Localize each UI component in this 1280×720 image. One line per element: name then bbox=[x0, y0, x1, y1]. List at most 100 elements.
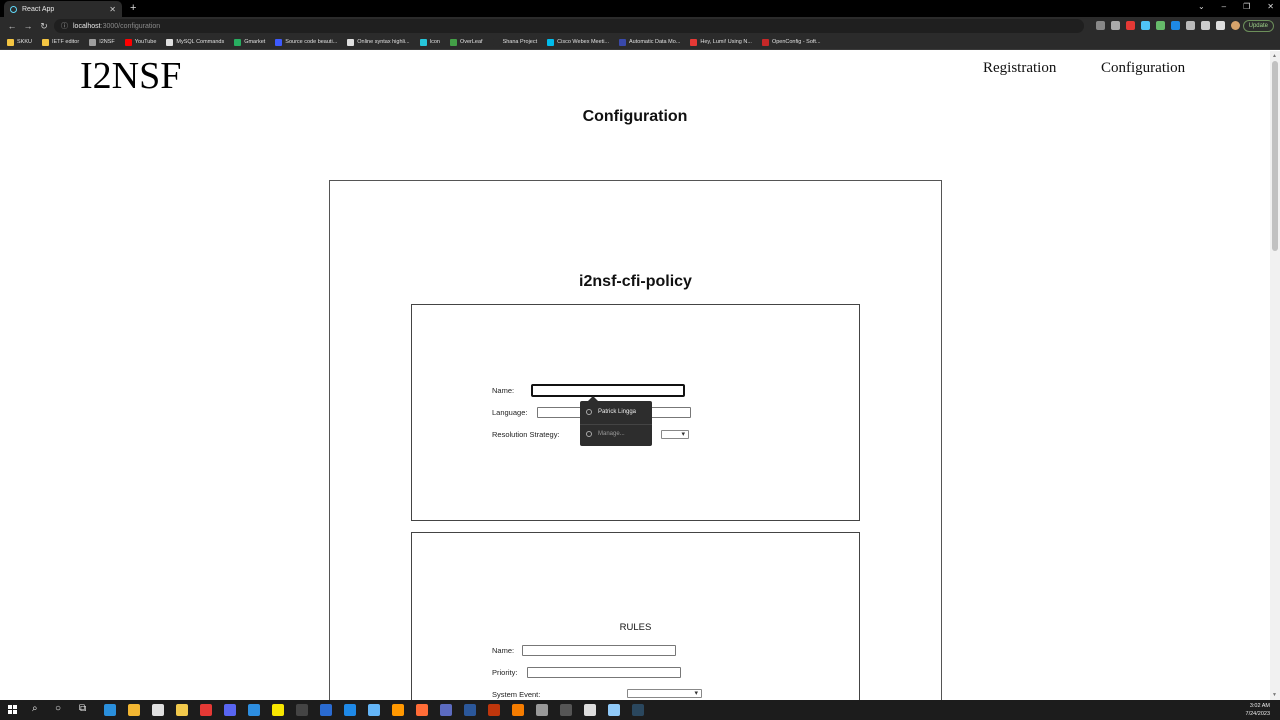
teams-icon[interactable] bbox=[440, 704, 452, 716]
close-window-button[interactable]: ✕ bbox=[1267, 2, 1274, 11]
bookmark-star-icon[interactable] bbox=[1111, 21, 1120, 30]
profile-avatar[interactable] bbox=[1231, 21, 1240, 30]
rules-title: RULES bbox=[619, 622, 652, 633]
bookmark-item[interactable]: YouTube bbox=[124, 38, 156, 46]
network-icon[interactable] bbox=[608, 704, 620, 716]
steam-icon[interactable] bbox=[632, 704, 644, 716]
file-explorer-icon[interactable] bbox=[128, 704, 140, 716]
page-title: Configuration bbox=[582, 108, 688, 125]
folder-icon[interactable] bbox=[176, 704, 188, 716]
bookmark-icon bbox=[7, 38, 14, 46]
autofill-suggestion[interactable]: Patrick Lingga bbox=[586, 409, 636, 415]
bookmark-item[interactable]: Online syntax highli... bbox=[347, 38, 410, 46]
bookmark-item[interactable]: I2NSF bbox=[89, 38, 115, 46]
bookmark-item[interactable]: IETF editor bbox=[41, 38, 79, 46]
bookmark-icon bbox=[619, 38, 627, 46]
close-tab-icon[interactable]: ✕ bbox=[109, 5, 116, 14]
system-event-select[interactable] bbox=[627, 689, 702, 698]
update-button[interactable]: Update bbox=[1242, 20, 1274, 32]
media-icon[interactable] bbox=[200, 704, 212, 716]
extension-icon[interactable] bbox=[1156, 21, 1165, 30]
page-scrollbar[interactable]: ▲ ▼ bbox=[1270, 51, 1280, 700]
system-clock[interactable]: 3:02 AM 7/24/2023 bbox=[1246, 702, 1270, 718]
restore-button[interactable]: ❐ bbox=[1243, 2, 1250, 11]
extension-icon[interactable] bbox=[1141, 21, 1150, 30]
window-controls: ⌄ – ❐ ✕ bbox=[1198, 2, 1274, 11]
windows-start-icon[interactable] bbox=[8, 705, 17, 714]
calculator-icon[interactable] bbox=[560, 704, 572, 716]
sublime-icon[interactable] bbox=[392, 704, 404, 716]
vscode-icon[interactable] bbox=[248, 704, 260, 716]
reload-icon[interactable]: ↻ bbox=[36, 21, 52, 32]
mail-icon[interactable] bbox=[344, 704, 356, 716]
new-tab-button[interactable]: + bbox=[130, 2, 136, 14]
word-icon[interactable] bbox=[464, 704, 476, 716]
address-bar[interactable]: ⓘ localhost:3000/configuration bbox=[54, 19, 1084, 33]
extension-icon[interactable] bbox=[1126, 21, 1135, 30]
browser-tab[interactable]: React App ✕ bbox=[4, 1, 122, 17]
rule-name-input[interactable] bbox=[522, 645, 676, 656]
postman-icon[interactable] bbox=[416, 704, 428, 716]
rule-name-label: Name: bbox=[492, 646, 515, 655]
policy-title: i2nsf-cfi-policy bbox=[579, 273, 692, 290]
tab-title: React App bbox=[22, 5, 55, 13]
bookmark-item[interactable]: Hey, Lumi! Using N... bbox=[690, 38, 752, 46]
vlc-icon[interactable] bbox=[512, 704, 524, 716]
chrome-icon[interactable] bbox=[152, 704, 164, 716]
tab-search-icon[interactable]: ⌄ bbox=[1198, 2, 1205, 11]
bookmark-item[interactable]: Icon bbox=[419, 38, 440, 46]
kakao-icon[interactable] bbox=[272, 704, 284, 716]
github-icon[interactable] bbox=[584, 704, 596, 716]
scroll-down-icon[interactable]: ▼ bbox=[1272, 692, 1277, 698]
minimize-button[interactable]: – bbox=[1222, 2, 1226, 11]
autofill-popup: Patrick Lingga Manage... bbox=[580, 396, 652, 446]
site-logo[interactable]: I2NSF bbox=[80, 54, 181, 98]
extensions-puzzle-icon[interactable] bbox=[1201, 21, 1210, 30]
scrollbar-thumb[interactable] bbox=[1272, 61, 1278, 251]
nav-configuration[interactable]: Configuration bbox=[1101, 60, 1185, 77]
bookmark-icon bbox=[492, 38, 500, 46]
priority-input[interactable] bbox=[527, 667, 681, 678]
bookmark-item[interactable]: OpenConfig - Soft... bbox=[761, 38, 821, 46]
bookmark-item[interactable]: OverLeaf bbox=[449, 38, 483, 46]
back-icon[interactable]: ← bbox=[4, 21, 20, 31]
task-view-icon[interactable]: ⧉ bbox=[79, 703, 86, 714]
side-panel-icon[interactable] bbox=[1216, 21, 1225, 30]
resolution-strategy-label: Resolution Strategy: bbox=[492, 430, 560, 439]
person-icon bbox=[586, 409, 592, 415]
powershell-icon[interactable] bbox=[320, 704, 332, 716]
extension-icon[interactable] bbox=[1186, 21, 1195, 30]
cortana-icon[interactable]: ○ bbox=[55, 703, 61, 714]
terminal-icon[interactable] bbox=[296, 704, 308, 716]
system-event-label: System Event: bbox=[492, 690, 541, 699]
bookmark-item[interactable]: Source code beauti... bbox=[275, 38, 337, 46]
notepad-icon[interactable] bbox=[368, 704, 380, 716]
site-info-icon[interactable]: ⓘ bbox=[61, 21, 68, 31]
gitkraken-icon[interactable] bbox=[536, 704, 548, 716]
discord-icon[interactable] bbox=[224, 704, 236, 716]
bookmark-item[interactable]: Shana Project bbox=[492, 38, 537, 46]
resolution-strategy-select[interactable] bbox=[661, 430, 689, 439]
extension-icon[interactable] bbox=[1171, 21, 1180, 30]
search-icon[interactable]: ⌕ bbox=[32, 703, 38, 714]
bookmark-item[interactable]: Cisco Webex Meeti... bbox=[547, 38, 609, 46]
bookmark-icon bbox=[690, 38, 698, 46]
policy-name-input[interactable] bbox=[531, 384, 685, 397]
rules-section: RULES Name: Priority: System Event: bbox=[411, 532, 860, 700]
nav-registration[interactable]: Registration bbox=[983, 60, 1056, 77]
filezilla-icon[interactable] bbox=[488, 704, 500, 716]
bookmark-item[interactable]: MySQL Commands bbox=[166, 38, 224, 46]
bookmark-item[interactable]: Gmarket bbox=[234, 38, 265, 46]
edge-icon[interactable] bbox=[104, 704, 116, 716]
bookmark-item[interactable]: SKKU bbox=[7, 38, 32, 46]
url-path: :3000/configuration bbox=[100, 22, 161, 30]
scroll-up-icon[interactable]: ▲ bbox=[1272, 53, 1277, 59]
browser-tab-bar: React App ✕ + ⌄ – ❐ ✕ bbox=[0, 0, 1280, 17]
bookmark-label: OverLeaf bbox=[459, 39, 483, 45]
forward-icon[interactable]: → bbox=[20, 21, 36, 31]
share-icon[interactable] bbox=[1096, 21, 1105, 30]
bookmark-item[interactable]: Automatic Data Mo... bbox=[619, 38, 680, 46]
gear-icon bbox=[586, 431, 592, 437]
bookmark-icon bbox=[166, 38, 174, 46]
autofill-manage[interactable]: Manage... bbox=[586, 431, 625, 437]
